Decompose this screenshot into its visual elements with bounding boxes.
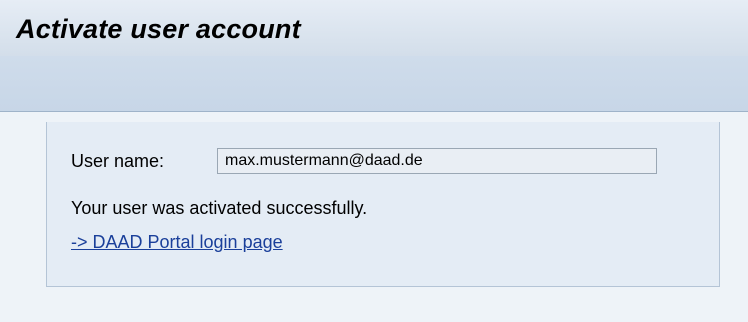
success-message: Your user was activated successfully. <box>71 198 368 218</box>
title-bar: Activate user account <box>0 0 748 56</box>
username-input[interactable] <box>217 148 657 174</box>
username-row: User name: <box>71 147 657 175</box>
username-label: User name: <box>71 150 165 171</box>
toolbar-strip <box>0 56 748 112</box>
portal-login-link[interactable]: -> DAAD Portal login page <box>71 232 283 253</box>
page-title: Activate user account <box>16 14 301 44</box>
